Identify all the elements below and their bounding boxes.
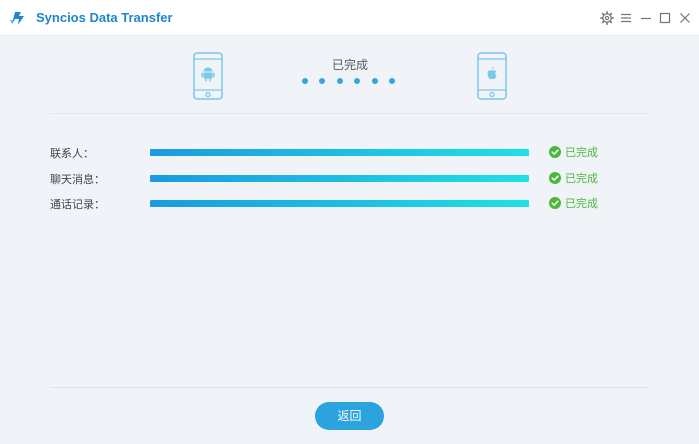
row-label: 通话记录： — [50, 198, 105, 211]
progress-dot — [319, 78, 325, 84]
android-phone-icon — [193, 52, 223, 100]
transfer-row-call-logs: 通话记录： 已完成 — [0, 193, 699, 213]
settings-button[interactable] — [598, 9, 616, 27]
transfer-row-messages: 聊天消息： 已完成 — [0, 168, 699, 188]
status-text: 已完成 — [565, 172, 598, 185]
progress-bar — [150, 175, 529, 182]
progress-fill — [150, 175, 529, 182]
title-bar: Syncios Data Transfer — [0, 0, 699, 36]
transfer-status-title: 已完成 — [331, 58, 368, 72]
progress-dot — [389, 78, 395, 84]
check-circle-icon — [549, 197, 561, 209]
progress-fill — [150, 200, 529, 207]
syncios-logo-icon — [10, 12, 24, 25]
minimize-icon — [641, 17, 651, 20]
progress-dot — [372, 78, 378, 84]
progress-bar — [150, 149, 529, 156]
apple-phone-icon — [477, 52, 507, 100]
row-status: 已完成 — [549, 145, 598, 159]
gear-icon — [600, 11, 614, 25]
progress-dot — [354, 78, 360, 84]
app-title: Syncios Data Transfer — [36, 10, 173, 25]
row-label: 聊天消息： — [50, 173, 105, 186]
transfer-panel: 已完成 联系人： 已完成 聊天消息： 已完成 通话记录： 已完成 返回 — [0, 36, 699, 444]
row-status: 已完成 — [549, 196, 598, 210]
transfer-progress-dots — [302, 78, 396, 86]
maximize-button[interactable] — [656, 9, 674, 27]
status-text: 已完成 — [565, 197, 598, 210]
close-icon — [680, 13, 690, 23]
progress-bar — [150, 200, 529, 207]
divider — [50, 113, 649, 114]
close-button[interactable] — [676, 9, 694, 27]
back-button[interactable]: 返回 — [315, 402, 384, 430]
check-circle-icon — [549, 172, 561, 184]
check-circle-icon — [549, 146, 561, 158]
menu-icon — [621, 13, 631, 23]
divider — [50, 387, 649, 388]
progress-fill — [150, 149, 529, 156]
menu-button[interactable] — [617, 9, 635, 27]
progress-dot — [302, 78, 308, 84]
status-text: 已完成 — [565, 146, 598, 159]
row-status: 已完成 — [549, 171, 598, 185]
progress-dot — [337, 78, 343, 84]
row-label: 联系人： — [50, 147, 94, 160]
minimize-button[interactable] — [637, 9, 655, 27]
transfer-row-contacts: 联系人： 已完成 — [0, 142, 699, 162]
maximize-icon — [659, 12, 671, 24]
